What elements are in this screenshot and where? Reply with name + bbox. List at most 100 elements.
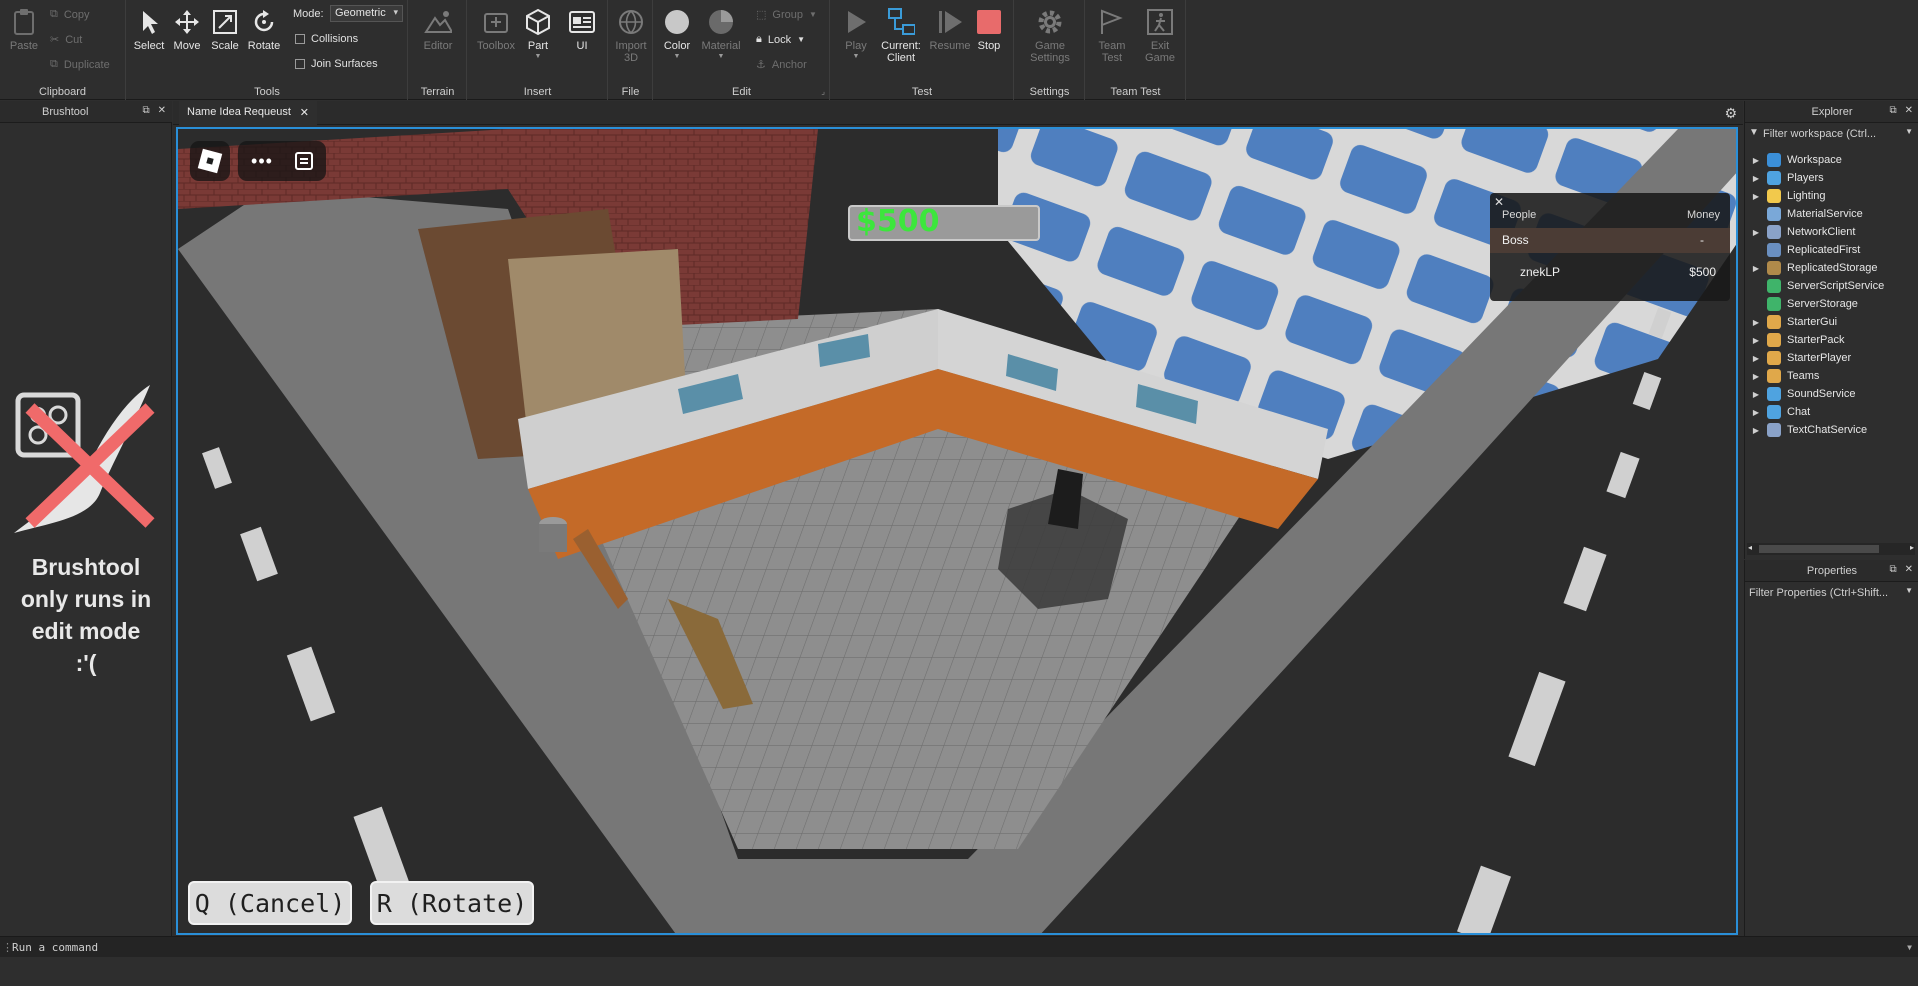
ui-button[interactable]: UI: [560, 6, 604, 52]
scale-button[interactable]: Scale: [205, 6, 245, 52]
replicatedfirst-icon: [1767, 243, 1781, 257]
join-surfaces-toggle[interactable]: Join Surfaces: [295, 58, 378, 70]
rotate-key-button[interactable]: R (Rotate): [370, 881, 534, 925]
rotate-button[interactable]: Rotate: [243, 6, 285, 52]
lock-label: Lock: [767, 33, 792, 46]
expand-arrow-icon[interactable]: ▶: [1745, 336, 1767, 345]
toolbox-button[interactable]: Toolbox: [472, 6, 520, 52]
properties-filter-dropdown-icon[interactable]: ▼: [1905, 586, 1913, 595]
color-dropdown-icon[interactable]: ▼: [656, 53, 698, 60]
stop-button[interactable]: Stop: [967, 6, 1011, 52]
rotate-key-button-label: R (Rotate): [376, 888, 528, 918]
viewport-settings-gear-icon[interactable]: ⚙: [1724, 105, 1737, 122]
expand-arrow-icon[interactable]: ▶: [1745, 174, 1767, 183]
expand-arrow-icon[interactable]: ▶: [1745, 354, 1767, 363]
explorer-item-chat[interactable]: ▶ Chat: [1745, 403, 1918, 421]
explorer-horizontal-scrollbar[interactable]: ◂ ▸: [1747, 543, 1915, 555]
duplicate-button[interactable]: ⧉ Duplicate: [50, 58, 110, 71]
filter-dropdown-icon[interactable]: ▼: [1905, 127, 1913, 136]
material-dropdown-icon[interactable]: ▼: [698, 53, 744, 60]
expand-arrow-icon[interactable]: ▶: [1745, 264, 1767, 273]
properties-filter-input[interactable]: Filter Properties (Ctrl+Shift... ▼: [1745, 583, 1918, 603]
terrain-editor-button[interactable]: Editor: [414, 6, 462, 52]
import-3d-button[interactable]: Import 3D: [607, 6, 655, 64]
expand-arrow-icon[interactable]: ▶: [1745, 372, 1767, 381]
play-dropdown-icon[interactable]: ▼: [831, 53, 881, 60]
chat-icon[interactable]: [294, 152, 313, 170]
select-button[interactable]: Select: [129, 6, 169, 52]
paste-button[interactable]: Paste: [4, 6, 44, 52]
explorer-item-label: StarterPack: [1787, 334, 1845, 346]
explorer-item-textchatservice[interactable]: ▶ TextChatService: [1745, 421, 1918, 439]
explorer-item-workspace[interactable]: ▶ Workspace: [1745, 151, 1918, 169]
game-settings-button[interactable]: Game Settings: [1023, 6, 1077, 64]
group-dropdown-icon[interactable]: ▼: [809, 10, 817, 19]
explorer-item-serverscriptservice[interactable]: ServerScriptService: [1745, 277, 1918, 295]
anchor-button[interactable]: ⚓︎ Anchor: [756, 58, 807, 72]
part-dropdown-icon[interactable]: ▼: [516, 53, 560, 60]
scroll-right-icon[interactable]: ▸: [1910, 543, 1914, 552]
roblox-logo-icon: [197, 148, 223, 174]
leaderboard-team-row[interactable]: Boss -: [1490, 228, 1730, 253]
explorer-item-starterpack[interactable]: ▶ StarterPack: [1745, 331, 1918, 349]
move-button[interactable]: Move: [167, 6, 207, 52]
explorer-item-teams[interactable]: ▶ Teams: [1745, 367, 1918, 385]
explorer-item-networkclient[interactable]: ▶ NetworkClient: [1745, 223, 1918, 241]
collisions-checkbox[interactable]: [295, 34, 305, 44]
lock-button[interactable]: 🔒︎ Lock ▼: [756, 33, 805, 46]
cut-button[interactable]: ✂ Cut: [50, 33, 82, 47]
part-button[interactable]: Part ▼: [516, 6, 560, 60]
leaderboard-player-row[interactable]: znekLP $500: [1490, 257, 1730, 287]
explorer-item-soundservice[interactable]: ▶ SoundService: [1745, 385, 1918, 403]
cancel-button[interactable]: Q (Cancel): [188, 881, 352, 925]
leaderboard-close-icon[interactable]: ✕: [1494, 195, 1504, 209]
scroll-left-icon[interactable]: ◂: [1748, 543, 1752, 552]
explorer-item-lighting[interactable]: ▶ Lighting: [1745, 187, 1918, 205]
expand-arrow-icon[interactable]: ▶: [1745, 408, 1767, 417]
team-test-button[interactable]: Team Test: [1088, 6, 1136, 64]
material-button[interactable]: Material ▼: [698, 6, 744, 60]
mode-dropdown[interactable]: Geometric: [330, 5, 403, 22]
close-icon[interactable]: ✕: [158, 105, 166, 116]
undock-icon[interactable]: ⧉: [1889, 105, 1896, 116]
explorer-item-replicatedstorage[interactable]: ▶ ReplicatedStorage: [1745, 259, 1918, 277]
copy-button[interactable]: ⧉ Copy: [50, 8, 90, 21]
game-viewport[interactable]: $500 ✕ People Money Boss - znekLP $500 •…: [176, 127, 1738, 935]
expand-arrow-icon[interactable]: ▶: [1745, 426, 1767, 435]
join-surfaces-checkbox[interactable]: [295, 59, 305, 69]
serverstorage-icon: [1767, 297, 1781, 311]
undock-icon[interactable]: ⧉: [1889, 564, 1896, 575]
more-options-icon[interactable]: •••: [251, 151, 273, 172]
command-bar-dropdown-icon[interactable]: ▼: [1907, 943, 1912, 952]
command-bar[interactable]: ⋮ Run a command ▼: [0, 936, 1918, 957]
expand-arrow-icon[interactable]: ▶: [1745, 390, 1767, 399]
play-button[interactable]: Play ▼: [831, 6, 881, 60]
expand-arrow-icon[interactable]: ▶: [1745, 192, 1767, 201]
roblox-menu-button[interactable]: [190, 141, 230, 181]
tab-close-icon[interactable]: ✕: [300, 106, 309, 119]
explorer-item-serverstorage[interactable]: ServerStorage: [1745, 295, 1918, 313]
tab-name-idea-requeust[interactable]: Name Idea Requeust ✕: [179, 101, 317, 125]
explorer-filter-input[interactable]: ▼ Filter workspace (Ctrl... ▼: [1745, 124, 1918, 144]
explorer-item-players[interactable]: ▶ Players: [1745, 169, 1918, 187]
team-test-label-line2: Test: [1101, 52, 1123, 64]
explorer-item-starterplayer[interactable]: ▶ StarterPlayer: [1745, 349, 1918, 367]
color-button[interactable]: Color ▼: [656, 6, 698, 60]
collisions-toggle[interactable]: Collisions: [295, 33, 358, 45]
expand-arrow-icon[interactable]: ▶: [1745, 228, 1767, 237]
lock-dropdown-icon[interactable]: ▼: [797, 35, 805, 44]
current-client-button[interactable]: Current: Client: [875, 6, 927, 64]
undock-icon[interactable]: ⧉: [142, 105, 149, 116]
explorer-scroll-thumb[interactable]: [1759, 545, 1879, 553]
close-icon[interactable]: ✕: [1905, 105, 1913, 116]
explorer-item-materialservice[interactable]: MaterialService: [1745, 205, 1918, 223]
expand-arrow-icon[interactable]: ▶: [1745, 156, 1767, 165]
exit-game-button[interactable]: Exit Game: [1136, 6, 1184, 64]
explorer-item-replicatedfirst[interactable]: ReplicatedFirst: [1745, 241, 1918, 259]
expand-arrow-icon[interactable]: ▶: [1745, 318, 1767, 327]
group-button[interactable]: ⬚ Group ▼: [756, 8, 817, 22]
close-icon[interactable]: ✕: [1905, 564, 1913, 575]
explorer-item-startergui[interactable]: ▶ StarterGui: [1745, 313, 1918, 331]
chat-icon: [1767, 405, 1781, 419]
ribbon-toolbar: Paste ⧉ Copy ✂ Cut ⧉ Duplicate Clipboard Se…: [0, 0, 1918, 100]
